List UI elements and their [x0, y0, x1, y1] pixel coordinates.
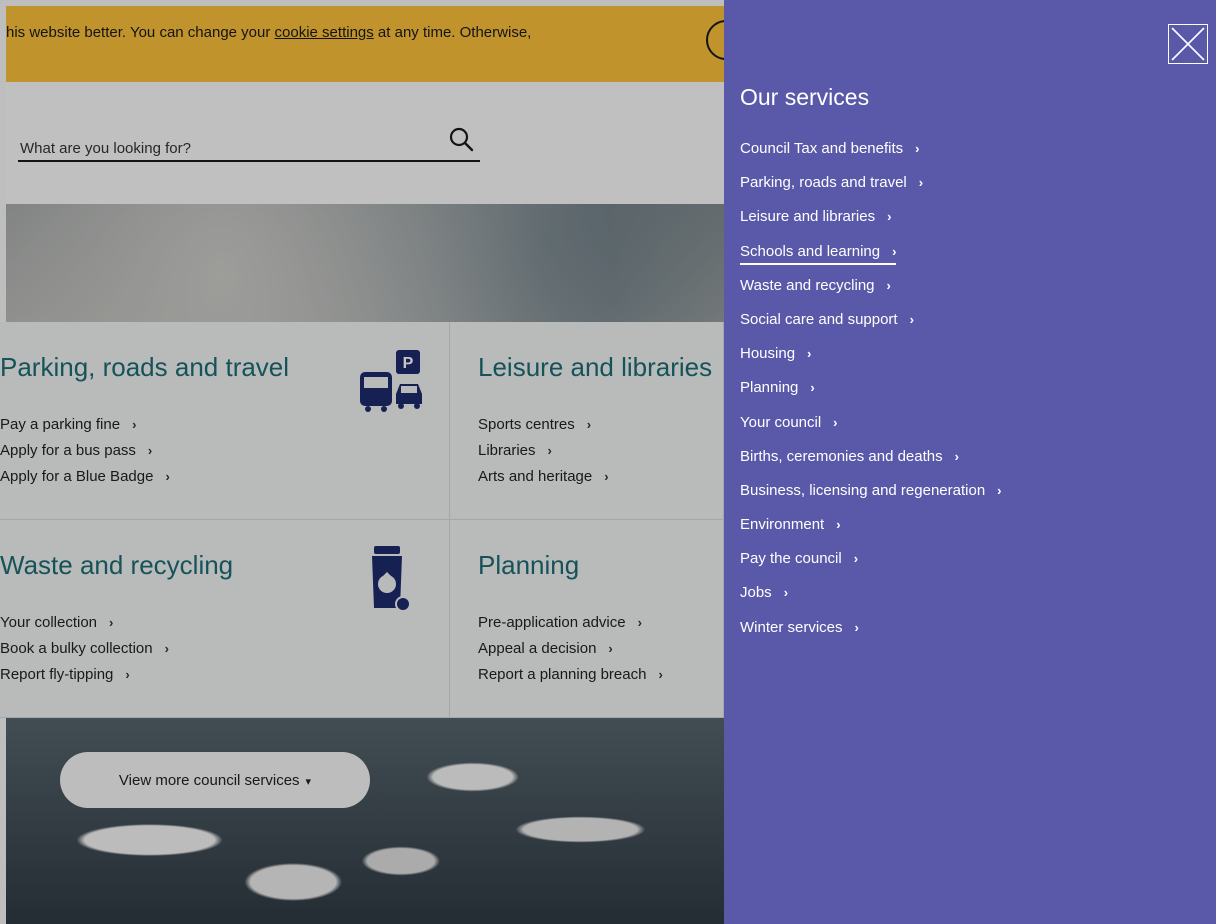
chevron-right-icon: › — [909, 311, 914, 327]
chevron-right-icon: › — [810, 380, 815, 396]
services-link[interactable]: Council Tax and benefits › — [740, 140, 920, 160]
services-menu-item: Leisure and libraries › — [740, 200, 1002, 234]
services-link[interactable]: Births, ceremonies and deaths › — [740, 448, 959, 468]
chevron-right-icon: › — [836, 517, 841, 533]
services-link[interactable]: Winter services › — [740, 619, 859, 639]
services-menu-item: Business, licensing and regeneration › — [740, 474, 1002, 508]
close-icon — [1171, 27, 1205, 61]
services-link[interactable]: Jobs › — [740, 584, 788, 604]
services-link[interactable]: Planning › — [740, 379, 815, 399]
services-menu-item: Jobs › — [740, 576, 1002, 610]
services-link[interactable]: Environment › — [740, 516, 841, 536]
services-link[interactable]: Your council › — [740, 414, 838, 434]
services-menu-item: Winter services › — [740, 611, 1002, 645]
services-menu-item: Your council › — [740, 406, 1002, 440]
close-button[interactable] — [1168, 24, 1208, 64]
services-link[interactable]: Parking, roads and travel › — [740, 174, 923, 194]
chevron-right-icon: › — [892, 243, 897, 259]
services-menu-item: Environment › — [740, 508, 1002, 542]
services-menu-item: Waste and recycling › — [740, 269, 1002, 303]
services-menu-panel: Our services Council Tax and benefits › Pa… — [724, 0, 1216, 924]
chevron-right-icon: › — [886, 277, 891, 293]
services-menu-item: Planning › — [740, 371, 1002, 405]
services-menu-item: Housing › — [740, 337, 1002, 371]
services-link[interactable]: Schools and learning › — [740, 242, 897, 265]
chevron-right-icon: › — [854, 619, 859, 635]
services-link[interactable]: Business, licensing and regeneration › — [740, 482, 1002, 502]
services-menu-item: Pay the council › — [740, 542, 1002, 576]
chevron-right-icon: › — [833, 414, 838, 430]
modal-backdrop[interactable] — [0, 0, 724, 924]
services-menu-item: Schools and learning › — [740, 235, 1002, 269]
chevron-right-icon: › — [918, 175, 924, 191]
services-title: Our services — [740, 84, 870, 110]
services-link[interactable]: Leisure and libraries › — [740, 208, 891, 228]
services-menu-item: Council Tax and benefits › — [740, 132, 1002, 166]
chevron-right-icon: › — [954, 448, 959, 464]
services-menu-item: Births, ceremonies and deaths › — [740, 440, 1002, 474]
chevron-right-icon: › — [915, 141, 920, 156]
services-link[interactable]: Housing › — [740, 345, 811, 365]
chevron-right-icon: › — [887, 209, 892, 225]
background-page: his website better. You can change your … — [0, 0, 724, 924]
services-list: Council Tax and benefits › Parking, roads … — [740, 132, 1002, 645]
chevron-right-icon: › — [783, 585, 789, 601]
services-link[interactable]: Waste and recycling › — [740, 277, 891, 297]
services-link[interactable]: Pay the council › — [740, 550, 858, 570]
services-menu-item: Social care and support › — [740, 303, 1002, 337]
chevron-right-icon: › — [853, 551, 859, 567]
chevron-right-icon: › — [807, 346, 812, 362]
services-link[interactable]: Social care and support › — [740, 311, 914, 331]
chevron-right-icon: › — [997, 482, 1002, 498]
services-menu-item: Parking, roads and travel › — [740, 166, 1002, 200]
